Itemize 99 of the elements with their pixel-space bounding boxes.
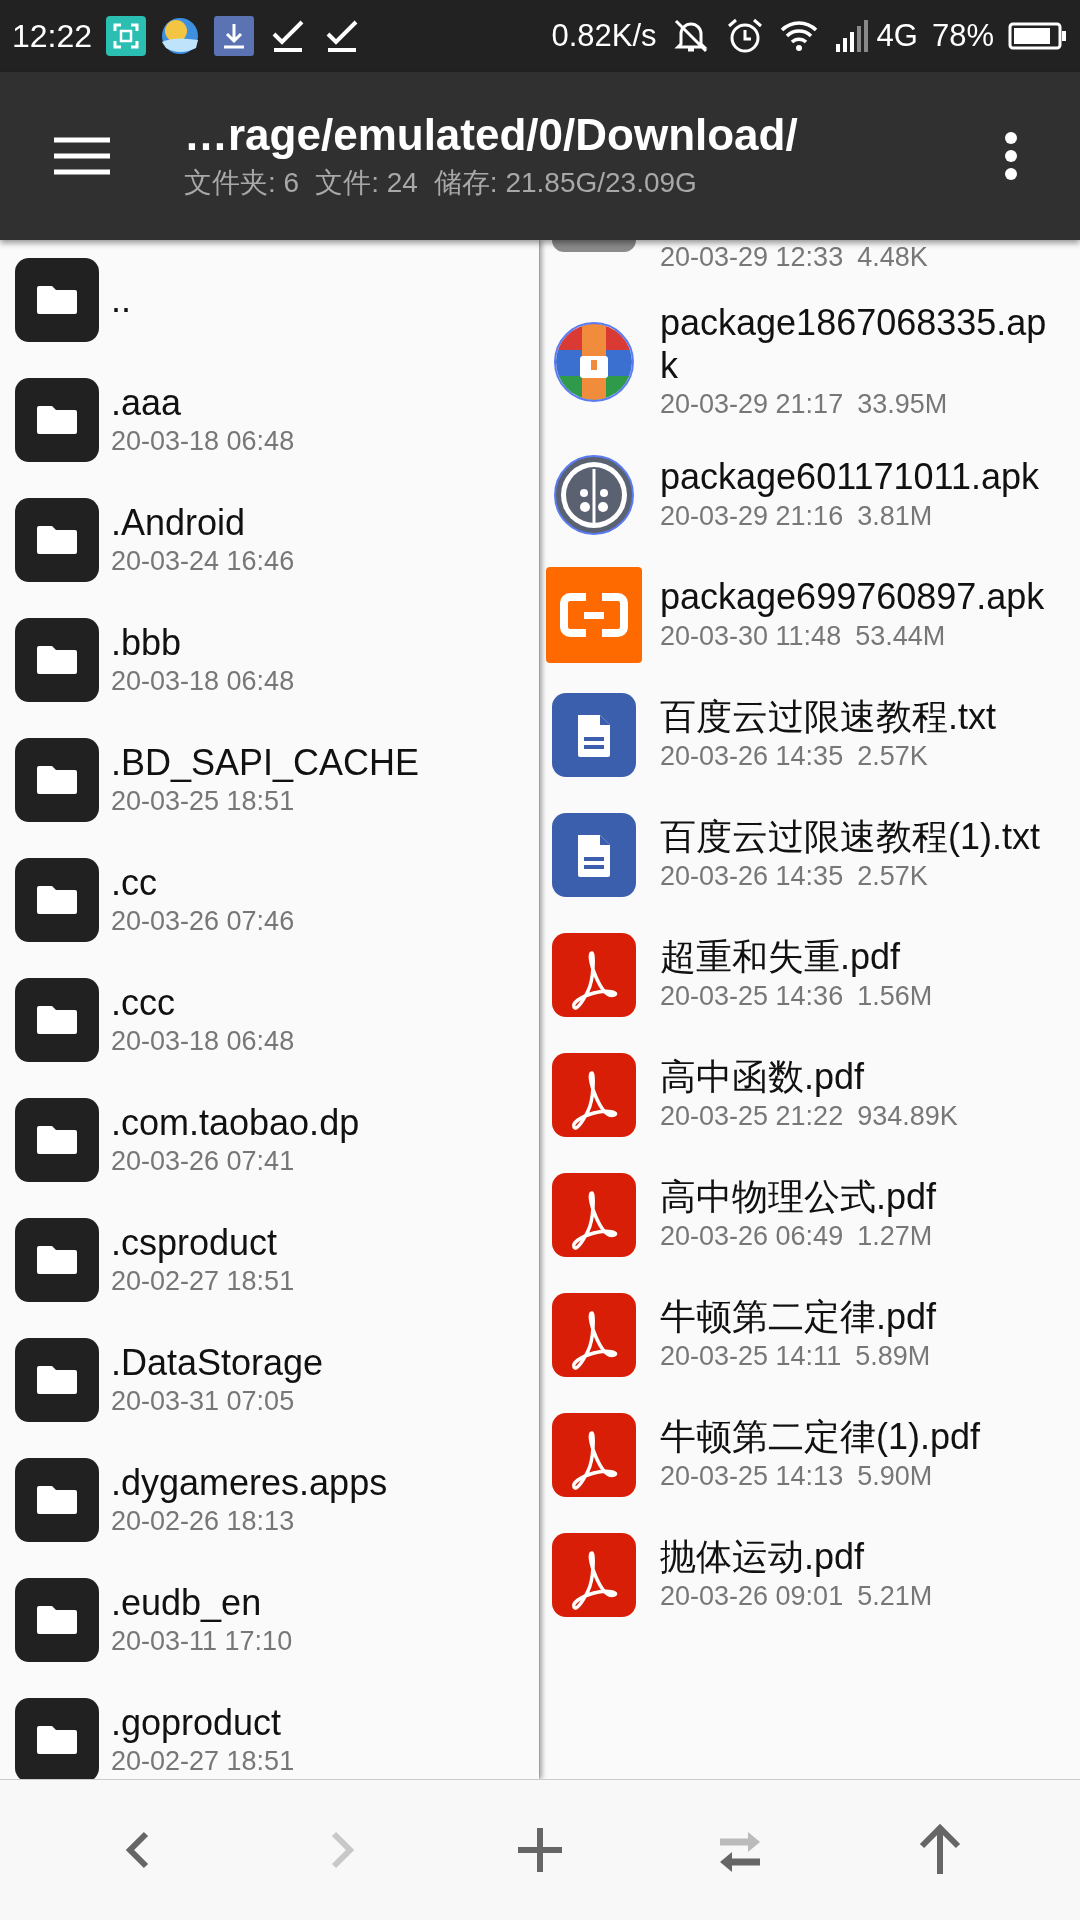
- folder-name[interactable]: ..: [111, 278, 131, 322]
- folder-name[interactable]: .Android: [111, 500, 295, 545]
- pdf-icon[interactable]: [552, 932, 636, 1017]
- file-name[interactable]: 超重和失重.pdf: [660, 935, 1060, 979]
- folder-name[interactable]: .DataStorage: [111, 1340, 324, 1385]
- size-text: 2.57K: [857, 739, 928, 773]
- folder-icon[interactable]: [15, 1098, 99, 1182]
- pdf-icon[interactable]: [552, 1292, 636, 1377]
- folder-icon[interactable]: [15, 378, 99, 462]
- size-text: 5.90M: [857, 1459, 933, 1493]
- file-name[interactable]: 百度云过限速教程(1).txt: [660, 815, 1060, 859]
- size-text: 2.57K: [857, 859, 928, 893]
- date-text: 20-03-25 14:36: [660, 979, 844, 1013]
- menu-icon[interactable]: [52, 136, 112, 176]
- file-name[interactable]: 高中函数.pdf: [660, 1055, 1060, 1099]
- size-text: 5.89M: [855, 1339, 931, 1373]
- date-text: 20-03-26 14:35: [660, 739, 844, 773]
- size-text: 1.27M: [857, 1219, 933, 1253]
- folder-name[interactable]: .eudb_en: [111, 1580, 293, 1625]
- file-name[interactable]: package1867068335.apk: [660, 301, 1060, 388]
- date-text: 20-03-30 11:48: [660, 619, 842, 653]
- file-name[interactable]: package601171011.apk: [660, 455, 1060, 499]
- size-text: 5.21M: [857, 1579, 933, 1613]
- folder-name[interactable]: .dygameres.apps: [111, 1460, 388, 1505]
- date-text: 20-02-27 18:51: [111, 1265, 295, 1299]
- storage-stat-text: 储存: 21.85G/23.09G: [433, 166, 697, 200]
- date-text: 20-03-25 14:11: [660, 1339, 842, 1373]
- document-icon[interactable]: [552, 812, 636, 897]
- file-name[interactable]: 百度云过限速教程.txt: [660, 695, 1060, 739]
- folder-icon[interactable]: [15, 1218, 99, 1302]
- file-name[interactable]: 牛顿第二定律(1).pdf: [660, 1415, 1060, 1459]
- date-text: 20-03-26 09:01: [660, 1579, 844, 1613]
- file-name[interactable]: 抛体运动.pdf: [660, 1535, 1060, 1579]
- battery-text: 78%: [931, 18, 994, 54]
- date-text: 20-03-25 14:13: [660, 1459, 844, 1493]
- date-text: 20-03-29 21:17: [660, 388, 844, 422]
- folder-name[interactable]: .aaa: [111, 380, 295, 425]
- folder-name[interactable]: .bbb: [111, 620, 295, 665]
- app-icon[interactable]: [552, 319, 636, 404]
- screenshot-icon: [106, 16, 147, 56]
- size-text: 3.81M: [857, 499, 933, 533]
- more-icon[interactable]: [1004, 131, 1018, 181]
- download-icon: [214, 16, 255, 56]
- folder-icon[interactable]: [15, 258, 99, 342]
- file-name[interactable]: 高中物理公式.pdf: [660, 1175, 1060, 1219]
- size-text: 53.44M: [855, 619, 946, 653]
- battery-icon: [1008, 21, 1068, 51]
- file-icon[interactable]: [552, 240, 636, 252]
- date-text: 20-03-31 07:05: [111, 1385, 296, 1419]
- storage-stat-text: 文件: 24: [315, 166, 418, 200]
- folder-icon[interactable]: [15, 1578, 99, 1662]
- date-text: 20-03-18 06:48: [111, 1025, 295, 1059]
- date-text: 20-03-11 17:10: [111, 1625, 293, 1659]
- date-text: 20-03-26 07:46: [111, 905, 295, 939]
- brackets-icon[interactable]: [546, 566, 642, 663]
- clock-text: 12:22: [12, 17, 93, 55]
- folder-icon[interactable]: [15, 978, 99, 1062]
- folder-name[interactable]: .ccc: [111, 980, 295, 1025]
- file-name[interactable]: package699760897.apk: [660, 575, 1060, 619]
- folder-icon[interactable]: [15, 738, 99, 822]
- size-text: 33.95M: [857, 388, 948, 422]
- storage-stat-text: 文件夹: 6: [184, 166, 300, 200]
- pdf-icon[interactable]: [552, 1532, 636, 1617]
- folder-icon[interactable]: [15, 1698, 99, 1779]
- date-text: 20-02-26 18:13: [111, 1505, 296, 1539]
- folder-icon[interactable]: [15, 1458, 99, 1542]
- date-text: 20-03-26 14:35: [660, 859, 844, 893]
- folder-name[interactable]: .csproduct: [111, 1220, 295, 1265]
- date-text: 20-03-24 16:46: [111, 545, 295, 579]
- date-text: 20-03-29 21:16: [660, 499, 844, 533]
- date-text: 20-03-25 21:22: [660, 1099, 844, 1133]
- date-text: 20-03-18 06:48: [111, 665, 295, 699]
- document-icon[interactable]: [552, 692, 636, 777]
- folder-icon[interactable]: [15, 498, 99, 582]
- date-text: 20-02-27 18:51: [111, 1745, 295, 1779]
- pdf-icon[interactable]: [552, 1052, 636, 1137]
- file-name[interactable]: 牛顿第二定律.pdf: [660, 1295, 1060, 1339]
- network-speed-text: 0.82K/s: [551, 18, 657, 54]
- folder-name[interactable]: .cc: [111, 860, 295, 905]
- folder-name[interactable]: .goproduct: [111, 1700, 295, 1745]
- date-text: 20-03-26 07:41: [111, 1145, 296, 1179]
- date-text: 20-03-25 18:51: [111, 785, 296, 819]
- pdf-icon[interactable]: [552, 1172, 636, 1257]
- weather-icon: [160, 16, 201, 56]
- folder-name[interactable]: .BD_SAPI_CACHE: [111, 740, 420, 785]
- date-text: 20-03-29 12:33: [660, 241, 844, 274]
- folder-name[interactable]: .com.taobao.dp: [111, 1100, 360, 1145]
- folder-icon[interactable]: [15, 1338, 99, 1422]
- date-text: 20-03-18 06:48: [111, 425, 295, 459]
- folder-icon[interactable]: [15, 858, 99, 942]
- ladybug-icon[interactable]: [552, 452, 636, 537]
- size-text: 934.89K: [857, 1099, 958, 1133]
- size-text: 4.48K: [857, 241, 928, 274]
- pdf-icon[interactable]: [552, 1412, 636, 1497]
- path-title: …rage/emulated/0/Download/: [184, 110, 798, 160]
- size-text: 1.56M: [857, 979, 933, 1013]
- date-text: 20-03-26 06:49: [660, 1219, 844, 1253]
- folder-icon[interactable]: [15, 618, 99, 702]
- network-type-text: 4G: [876, 18, 918, 54]
